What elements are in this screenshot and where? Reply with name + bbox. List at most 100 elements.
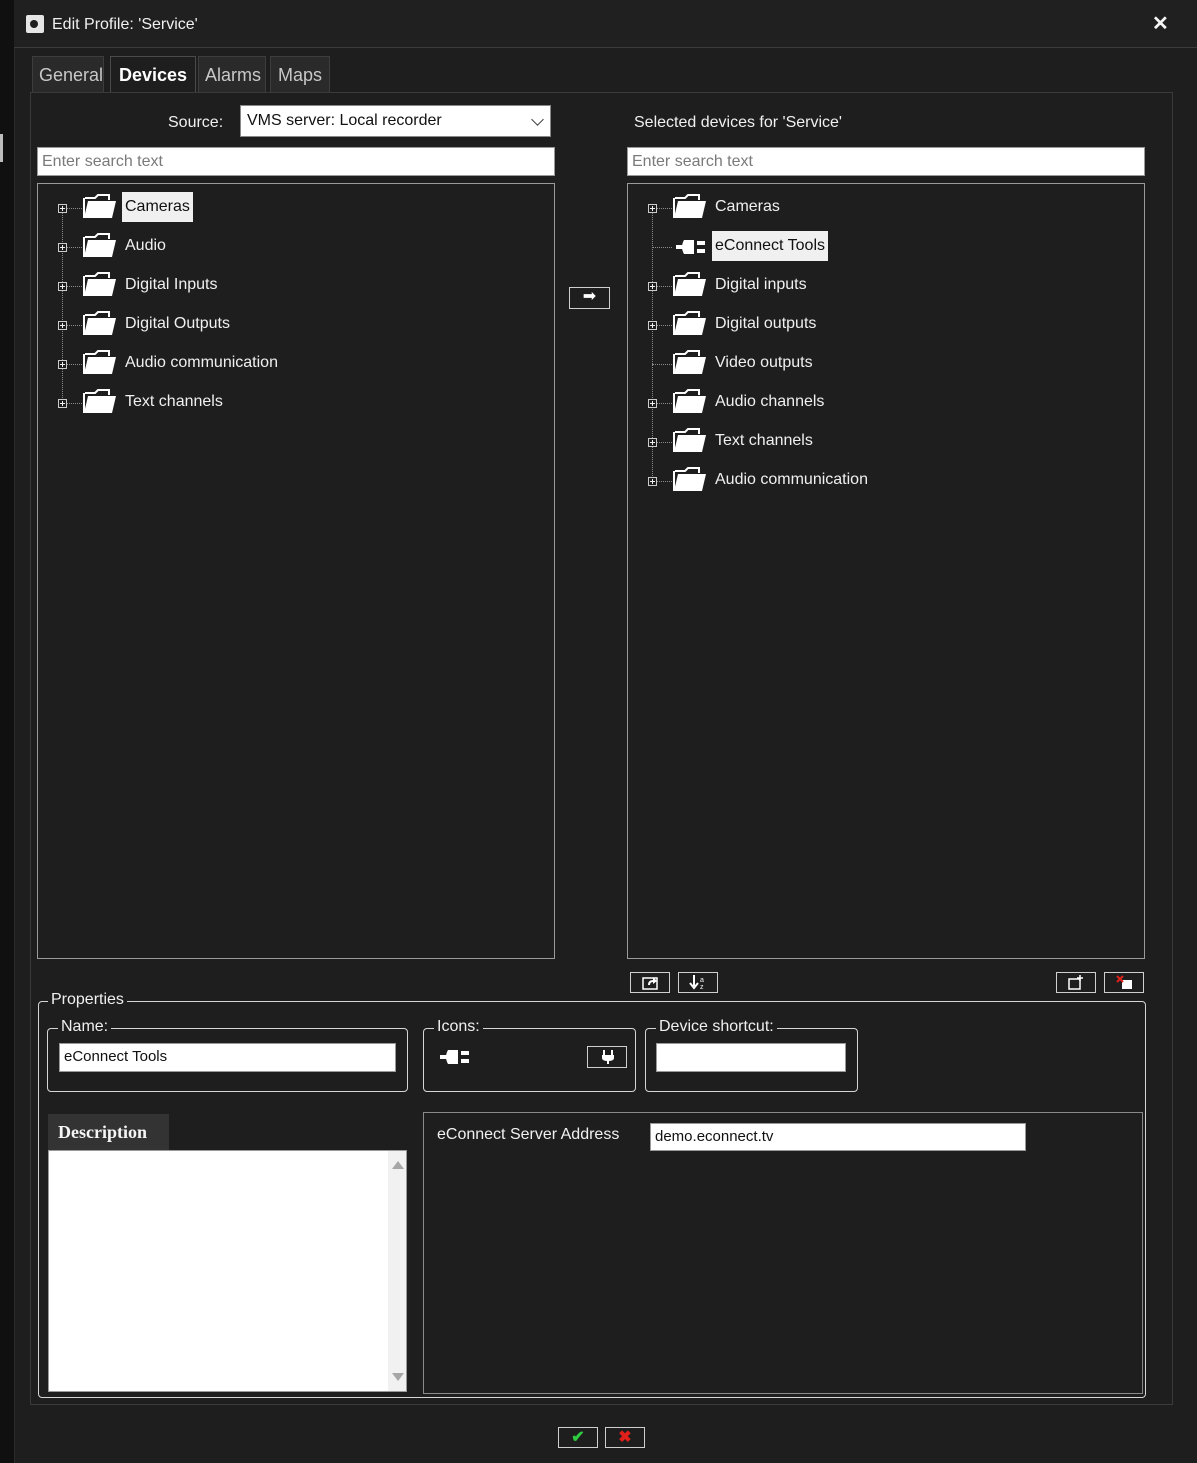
name-input[interactable]: eConnect Tools bbox=[59, 1043, 396, 1072]
folder-icon bbox=[673, 194, 706, 218]
source-select[interactable]: VMS server: Local recorder bbox=[240, 105, 551, 137]
left-search-input[interactable] bbox=[37, 147, 555, 176]
source-selected-value: VMS server: Local recorder bbox=[247, 112, 442, 129]
folder-icon bbox=[673, 428, 706, 452]
folder-icon bbox=[673, 272, 706, 296]
expand-icon[interactable] bbox=[58, 321, 67, 330]
tree-node-label: Audio bbox=[125, 237, 166, 254]
tree-node-label: Cameras bbox=[715, 198, 780, 215]
selected-devices-header: Selected devices for 'Service' bbox=[634, 114, 842, 131]
expand-icon[interactable] bbox=[58, 204, 67, 213]
expand-icon[interactable] bbox=[648, 477, 657, 486]
right-search-input[interactable] bbox=[627, 147, 1145, 176]
device-shortcut-legend: Device shortcut: bbox=[656, 1018, 777, 1036]
edge-marker bbox=[0, 134, 3, 162]
tree-node-cameras[interactable]: Cameras bbox=[628, 190, 1028, 224]
available-devices-tree[interactable]: Cameras Audio Digital Inputs Digital Out… bbox=[37, 183, 555, 959]
plug-small-icon bbox=[602, 1050, 614, 1064]
expand-icon[interactable] bbox=[648, 204, 657, 213]
refresh-tree-button[interactable] bbox=[630, 972, 670, 993]
tab-alarms[interactable]: Alarms bbox=[198, 56, 266, 92]
tree-node-label: Text channels bbox=[715, 432, 813, 449]
description-scrollbar[interactable] bbox=[388, 1151, 406, 1391]
tree-connector bbox=[652, 247, 672, 248]
tree-node-label: Audio communication bbox=[125, 354, 278, 371]
device-shortcut-input[interactable] bbox=[656, 1043, 846, 1072]
expand-icon[interactable] bbox=[58, 282, 67, 291]
scroll-down-icon[interactable] bbox=[392, 1373, 404, 1381]
tab-general[interactable]: General bbox=[32, 56, 104, 92]
chevron-down-icon bbox=[531, 113, 544, 126]
tree-node-label: Digital inputs bbox=[715, 276, 807, 293]
tree-node-digital-outputs[interactable]: Digital Outputs bbox=[38, 307, 438, 341]
choose-icon-button[interactable] bbox=[587, 1046, 627, 1068]
add-to-selected-button[interactable]: ➡ bbox=[569, 287, 610, 309]
profile-gear-icon bbox=[26, 15, 44, 33]
name-legend: Name: bbox=[58, 1018, 112, 1036]
arrow-right-icon: ➡ bbox=[582, 288, 597, 305]
tree-node-digital-inputs[interactable]: Digital Inputs bbox=[38, 268, 438, 302]
remove-device-button[interactable] bbox=[1104, 972, 1144, 993]
add-device-button[interactable] bbox=[1056, 972, 1096, 993]
expand-icon[interactable] bbox=[58, 243, 67, 252]
tree-node-label: Audio channels bbox=[715, 393, 825, 410]
sort-icon: az bbox=[689, 975, 704, 991]
tree-node-audio-channels[interactable]: Audio channels bbox=[628, 385, 1028, 419]
tree-node-cameras[interactable]: Cameras bbox=[38, 190, 438, 224]
tree-node-video-outputs[interactable]: Video outputs bbox=[628, 346, 1028, 380]
plug-icon bbox=[440, 1050, 469, 1064]
server-address-input[interactable]: demo.econnect.tv bbox=[650, 1123, 1026, 1151]
description-textarea[interactable] bbox=[48, 1150, 407, 1392]
source-label: Source: bbox=[168, 114, 224, 131]
cancel-button[interactable]: ✖ bbox=[605, 1427, 645, 1448]
add-item-icon bbox=[1068, 975, 1083, 990]
folder-icon bbox=[673, 311, 706, 335]
cancel-x-icon: ✖ bbox=[618, 1429, 632, 1446]
tree-node-text-channels[interactable]: Text channels bbox=[38, 385, 438, 419]
tree-node-text-channels[interactable]: Text channels bbox=[628, 424, 1028, 458]
tree-node-audio[interactable]: Audio bbox=[38, 229, 438, 263]
expand-icon[interactable] bbox=[648, 399, 657, 408]
tree-node-digital-inputs[interactable]: Digital inputs bbox=[628, 268, 1028, 302]
checkmark-icon: ✔ bbox=[571, 1429, 585, 1446]
selected-devices-tree[interactable]: Cameras eConnect Tools Digital inputs Di… bbox=[627, 183, 1145, 959]
expand-icon[interactable] bbox=[58, 399, 67, 408]
refresh-icon bbox=[642, 977, 658, 990]
folder-icon bbox=[673, 350, 706, 374]
svg-text:z: z bbox=[700, 984, 704, 991]
remove-item-icon bbox=[1116, 975, 1132, 989]
tree-node-econnect-tools[interactable]: eConnect Tools bbox=[628, 229, 1028, 263]
sort-tree-button[interactable]: az bbox=[678, 972, 718, 993]
tree-connector bbox=[652, 364, 672, 365]
scroll-up-icon[interactable] bbox=[392, 1161, 404, 1169]
tree-node-label: Digital Inputs bbox=[125, 276, 218, 293]
tree-node-label: Video outputs bbox=[715, 354, 813, 371]
expand-icon[interactable] bbox=[648, 321, 657, 330]
folder-icon bbox=[83, 311, 116, 335]
expand-icon[interactable] bbox=[58, 360, 67, 369]
folder-icon bbox=[83, 233, 116, 257]
server-address-label: eConnect Server Address bbox=[437, 1126, 620, 1143]
left-edge-strip bbox=[0, 0, 14, 1463]
tree-node-audio-communication[interactable]: Audio communication bbox=[628, 463, 1028, 497]
tree-node-label: Audio communication bbox=[715, 471, 868, 488]
device-settings-panel bbox=[423, 1112, 1143, 1394]
tab-devices[interactable]: Devices bbox=[110, 56, 196, 92]
tree-node-digital-outputs[interactable]: Digital outputs bbox=[628, 307, 1028, 341]
tree-node-label: Cameras bbox=[122, 192, 193, 222]
description-tab[interactable]: Description bbox=[48, 1114, 169, 1151]
tree-node-label: eConnect Tools bbox=[712, 231, 828, 261]
svg-text:a: a bbox=[700, 977, 704, 984]
close-icon[interactable]: ✕ bbox=[1152, 11, 1169, 36]
folder-icon bbox=[83, 389, 116, 413]
folder-icon bbox=[83, 272, 116, 296]
tree-node-label: Digital outputs bbox=[715, 315, 817, 332]
folder-icon bbox=[673, 467, 706, 491]
folder-icon bbox=[673, 389, 706, 413]
tab-maps[interactable]: Maps bbox=[270, 56, 330, 92]
expand-icon[interactable] bbox=[648, 438, 657, 447]
ok-button[interactable]: ✔ bbox=[558, 1427, 598, 1448]
expand-icon[interactable] bbox=[648, 282, 657, 291]
tree-node-audio-communication[interactable]: Audio communication bbox=[38, 346, 438, 380]
icons-legend: Icons: bbox=[434, 1018, 483, 1036]
